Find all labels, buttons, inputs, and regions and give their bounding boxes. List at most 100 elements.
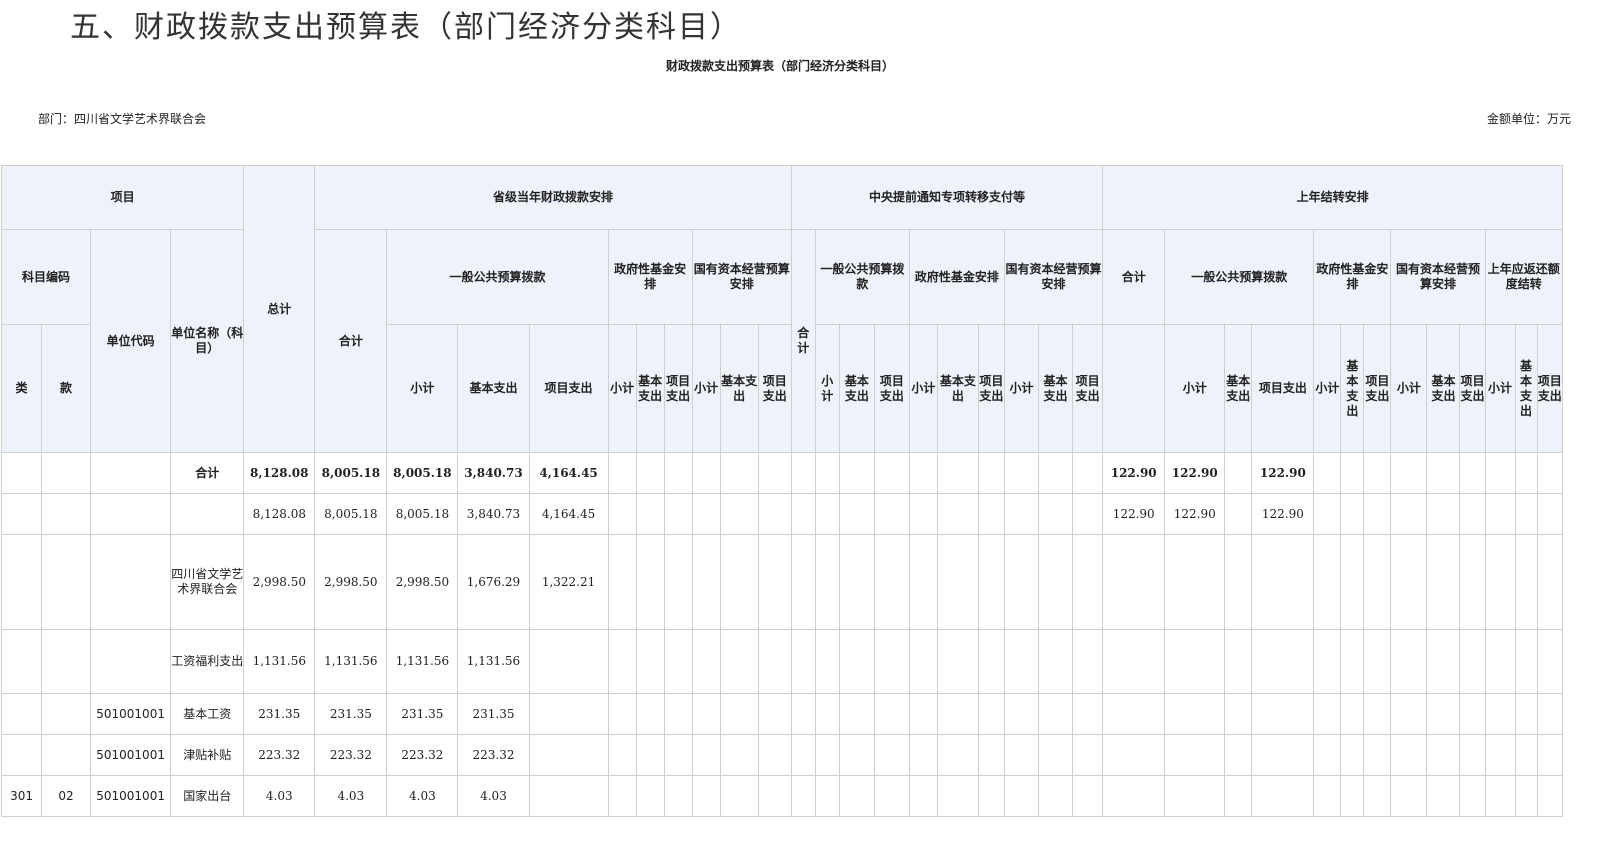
cell-carryover-project — [1251, 629, 1315, 694]
cell-kuan — [41, 452, 92, 494]
header-y-capital-project: 项目支出 — [1459, 324, 1486, 453]
table-title: 财政拨款支出预算表（部门经济分类科目） — [665, 59, 894, 73]
cell-class — [0, 534, 43, 630]
cell-general-basic: 223.32 — [457, 734, 530, 776]
cell-unit-name: 四川省文学艺术界联合会 — [170, 534, 245, 630]
cell-total: 223.32 — [243, 734, 316, 776]
cell-general-subtotal: 4.03 — [386, 775, 459, 817]
cell-carryover-subtotal: 122.90 — [1164, 493, 1226, 535]
cell-carryover-project — [1251, 734, 1315, 776]
cell-carryover-project: 122.90 — [1251, 493, 1315, 535]
cell-carryover-total — [1102, 534, 1166, 630]
header-gen-basic: 基本支出 — [457, 324, 530, 453]
cell-unit-code — [90, 493, 172, 535]
header-unit-code: 单位代码 — [90, 229, 172, 453]
cell-carryover-subtotal — [1164, 775, 1226, 817]
cell-provincial-total: 1,131.56 — [314, 629, 388, 694]
cell-total: 8,128.08 — [243, 452, 316, 494]
cell-kuan — [41, 629, 92, 694]
cell-unit-code: 501001001 — [90, 693, 172, 735]
header-y-blank — [1102, 324, 1166, 453]
cell-kuan — [41, 693, 92, 735]
cell-general-project — [528, 734, 609, 776]
cell-carryover-project — [1251, 775, 1315, 817]
header-y-capital-basic: 基本支出 — [1426, 324, 1461, 453]
header-y-gen-subtotal: 小计 — [1164, 324, 1226, 453]
header-y-refund-basic: 基本支出 — [1514, 324, 1538, 453]
header-provincial: 省级当年财政拨款安排 — [314, 165, 792, 230]
cell-general-basic: 1,676.29 — [457, 534, 530, 630]
cell-carryover-project: 122.90 — [1251, 452, 1315, 494]
header-subject-code: 科目编码 — [0, 229, 92, 325]
cell-general-subtotal: 8,005.18 — [386, 452, 459, 494]
header-y-gen-basic: 基本支出 — [1224, 324, 1253, 453]
cell-unit-name: 基本工资 — [170, 693, 245, 735]
cell-class — [0, 493, 43, 535]
cell-carryover-total — [1102, 629, 1166, 694]
cell-general-basic: 1,131.56 — [457, 629, 530, 694]
cell-kuan — [41, 534, 92, 630]
cell-general-project — [528, 629, 609, 694]
header-capital-subtotal: 小计 — [691, 324, 721, 453]
header-kuan: 款 — [41, 324, 92, 453]
header-unit-name: 单位名称（科目） — [170, 229, 245, 453]
cell-kuan — [41, 493, 92, 535]
cell-unit-name: 工资福利支出 — [170, 629, 245, 694]
table-row: 四川省文学艺术界联合会 2,998.50 2,998.50 2,998.50 1… — [0, 534, 1564, 630]
cell-class — [0, 452, 43, 494]
cell-general-project: 4,164.45 — [528, 452, 609, 494]
header-c-fund-subtotal: 小计 — [908, 324, 938, 453]
header-project: 项目 — [0, 165, 245, 230]
table-row: 501001001 基本工资 231.35 231.35 231.35 231.… — [0, 693, 1564, 735]
cell-provincial-total: 8,005.18 — [314, 493, 388, 535]
cell-carryover-project — [1251, 534, 1315, 630]
header-central-state-capital: 国有资本经营预算安排 — [1003, 229, 1104, 325]
cell-general-subtotal: 231.35 — [386, 693, 459, 735]
cell-general-project: 4,164.45 — [528, 493, 609, 535]
header-c-gen-subtotal: 小计 — [814, 324, 840, 453]
header-gen-subtotal: 小计 — [386, 324, 459, 453]
header-y-refund-project: 项目支出 — [1536, 324, 1564, 453]
cell-carryover-total — [1102, 775, 1166, 817]
cell-unit-code: 501001001 — [90, 775, 172, 817]
cell-unit-code — [90, 629, 172, 694]
cell-general-basic: 3,840.73 — [457, 452, 530, 494]
cell-class — [0, 629, 43, 694]
cell-general-project: 1,322.21 — [528, 534, 609, 630]
header-fund-subtotal: 小计 — [607, 324, 637, 453]
cell-carryover-project — [1251, 693, 1315, 735]
header-c-capital-subtotal: 小计 — [1003, 324, 1039, 453]
header-y-gen-project: 项目支出 — [1251, 324, 1315, 453]
cell-carryover-total: 122.90 — [1102, 493, 1166, 535]
cell-carryover-subtotal: 122.90 — [1164, 452, 1226, 494]
cell-general-basic: 3,840.73 — [457, 493, 530, 535]
cell-total: 4.03 — [243, 775, 316, 817]
cell-carryover-subtotal — [1164, 734, 1226, 776]
header-central-general: 一般公共预算拨款 — [814, 229, 910, 325]
cell-carryover-subtotal — [1164, 693, 1226, 735]
table-row: 501001001 津贴补贴 223.32 223.32 223.32 223.… — [0, 734, 1564, 776]
cell-general-project — [528, 775, 609, 817]
header-fund-project: 项目支出 — [663, 324, 693, 453]
header-y-capital-subtotal: 小计 — [1390, 324, 1428, 453]
cell-total: 1,131.56 — [243, 629, 316, 694]
header-class: 类 — [0, 324, 43, 453]
cell-kuan — [41, 734, 92, 776]
cell-provincial-total: 4.03 — [314, 775, 388, 817]
cell-provincial-total: 2,998.50 — [314, 534, 388, 630]
cell-provincial-total: 223.32 — [314, 734, 388, 776]
amount-unit-label: 金额单位：万元 — [1487, 112, 1572, 126]
table-row: 301 02 501001001 国家出台 4.03 4.03 4.03 4.0… — [0, 775, 1564, 817]
cell-provincial-total: 8,005.18 — [314, 452, 388, 494]
cell-carryover-subtotal — [1164, 534, 1226, 630]
header-carryover-total: 合计 — [1102, 229, 1166, 325]
table-row: 工资福利支出 1,131.56 1,131.56 1,131.56 1,131.… — [0, 629, 1564, 694]
department-label: 部门：四川省文学艺术界联合会 — [38, 112, 207, 126]
cell-general-subtotal: 8,005.18 — [386, 493, 459, 535]
budget-table: 项目 总计 省级当年财政拨款安排 中央提前通知专项转移支付等 上年结转安排 科目… — [0, 165, 1564, 817]
header-carryover-refund: 上年应返还额度结转 — [1484, 229, 1563, 325]
cell-carryover-total — [1102, 693, 1166, 735]
header-central: 中央提前通知专项转移支付等 — [790, 165, 1104, 230]
header-y-refund-subtotal: 小计 — [1484, 324, 1516, 453]
header-c-fund-project: 项目支出 — [977, 324, 1005, 453]
